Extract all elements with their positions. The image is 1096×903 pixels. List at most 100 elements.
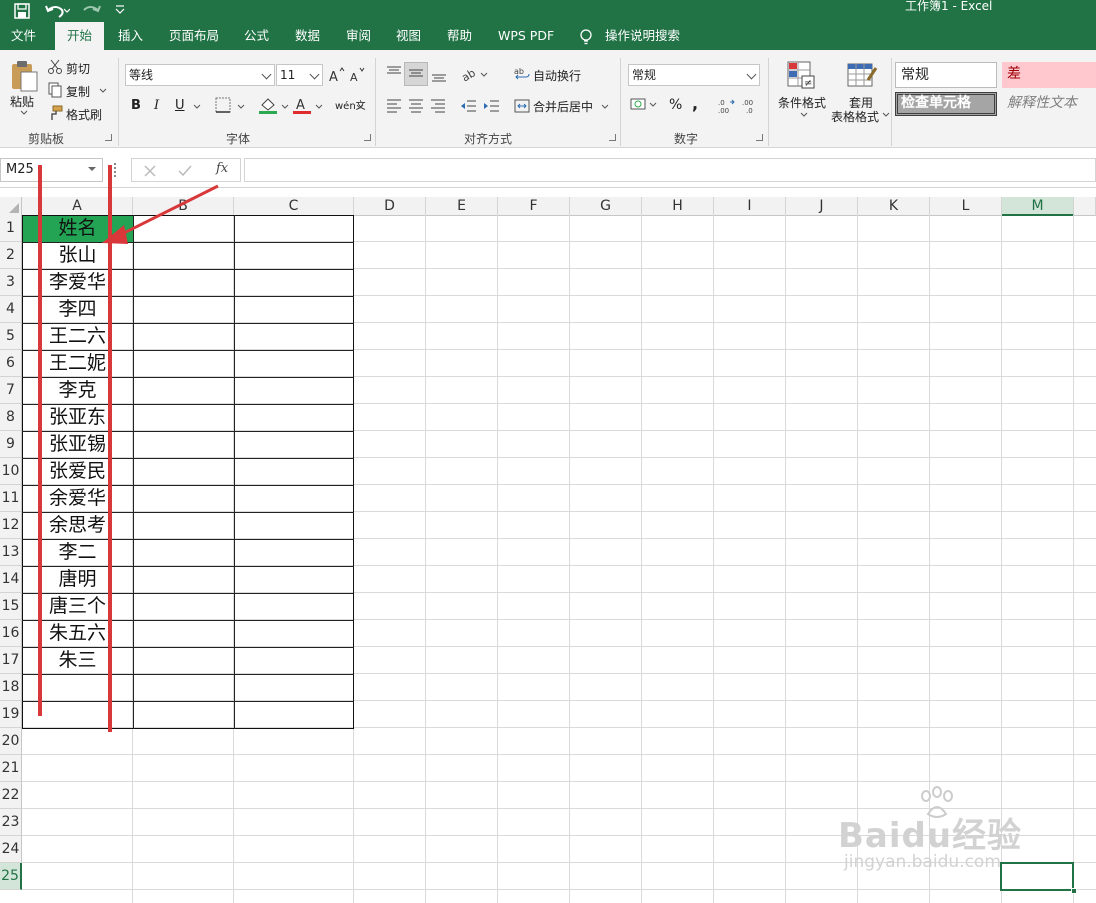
paste-label[interactable]: 粘贴 [10, 93, 34, 110]
tab-page-layout[interactable]: 页面布局 [169, 22, 219, 50]
enter-icon[interactable] [178, 165, 192, 177]
cell-A9[interactable]: 张亚锡 [22, 431, 133, 458]
row-header-20[interactable]: 20 [0, 728, 22, 755]
font-color-icon[interactable]: A [292, 95, 312, 115]
cell-A4[interactable]: 李四 [22, 296, 133, 323]
format-table-dropdown-icon[interactable] [882, 112, 890, 118]
borders-dropdown-icon[interactable] [237, 104, 245, 110]
style-explanatory[interactable]: 解释性文本 [1002, 92, 1096, 116]
save-icon[interactable] [12, 2, 32, 20]
column-header-h[interactable]: H [642, 197, 714, 216]
row-header-19[interactable]: 19 [0, 701, 22, 728]
cell-A13[interactable]: 李二 [22, 539, 133, 566]
font-dialog-launcher[interactable] [364, 134, 371, 141]
row-header-23[interactable]: 23 [0, 809, 22, 836]
redo-icon[interactable] [80, 2, 106, 20]
tab-insert[interactable]: 插入 [118, 22, 143, 50]
copy-icon[interactable] [47, 82, 63, 98]
decrease-decimal-icon[interactable]: .00.0 [740, 97, 760, 115]
merge-center-icon[interactable] [514, 98, 530, 114]
tab-view[interactable]: 视图 [396, 22, 421, 50]
borders-icon[interactable] [215, 97, 231, 113]
fill-color-dropdown-icon[interactable] [281, 104, 289, 110]
align-right-icon[interactable] [429, 97, 447, 115]
format-as-table-button[interactable]: 表格格式 [831, 108, 879, 125]
cancel-icon[interactable] [144, 165, 156, 177]
font-size-box[interactable]: 11 [276, 64, 323, 86]
row-header-21[interactable]: 21 [0, 755, 22, 782]
underline-button[interactable]: U [175, 98, 185, 113]
number-dialog-launcher[interactable] [756, 134, 763, 141]
wrap-text-icon[interactable]: ab [514, 66, 530, 82]
selected-cell-M25[interactable] [1000, 862, 1074, 891]
style-bad[interactable]: 差 [1002, 62, 1096, 88]
align-middle-button[interactable] [404, 62, 428, 86]
cell-A15[interactable]: 唐三个 [22, 593, 133, 620]
row-header-3[interactable]: 3 [0, 269, 22, 296]
tab-home[interactable]: 开始 [55, 22, 105, 50]
align-top-icon[interactable] [385, 64, 403, 82]
row-header-11[interactable]: 11 [0, 485, 22, 512]
paste-icon[interactable] [8, 58, 40, 92]
number-format-box[interactable]: 常规 [628, 64, 760, 86]
copy-dropdown-icon[interactable] [99, 88, 107, 94]
row-header-9[interactable]: 9 [0, 431, 22, 458]
tell-me-search[interactable]: 操作说明搜索 [605, 22, 680, 50]
cell-A7[interactable]: 李克 [22, 377, 133, 404]
italic-button[interactable]: I [154, 98, 159, 113]
font-color-dropdown-icon[interactable] [315, 104, 323, 110]
column-header-f[interactable]: F [498, 197, 570, 216]
cell-A11[interactable]: 余爱华 [22, 485, 133, 512]
alignment-dialog-launcher[interactable] [609, 134, 616, 141]
row-header-4[interactable]: 4 [0, 296, 22, 323]
phonetic-dropdown-icon[interactable] [356, 104, 364, 110]
tab-formulas[interactable]: 公式 [244, 22, 269, 50]
column-header-m[interactable]: M [1002, 197, 1074, 216]
conditional-formatting-button[interactable]: 条件格式 [778, 94, 826, 111]
row-header-6[interactable]: 6 [0, 350, 22, 377]
bold-button[interactable]: B [131, 98, 141, 113]
tab-file[interactable]: 文件 [11, 22, 36, 50]
cell-A14[interactable]: 唐明 [22, 566, 133, 593]
row-header-8[interactable]: 8 [0, 404, 22, 431]
increase-decimal-icon[interactable]: .0.00 [716, 97, 736, 115]
increase-font-icon[interactable]: A [328, 66, 346, 84]
column-header-e[interactable]: E [426, 197, 498, 216]
row-header-14[interactable]: 14 [0, 566, 22, 593]
cell-A10[interactable]: 张爱民 [22, 458, 133, 485]
name-box[interactable]: M25 [0, 158, 103, 182]
format-painter-label[interactable]: 格式刷 [66, 106, 102, 123]
column-header-i[interactable]: I [714, 197, 786, 216]
copy-label[interactable]: 复制 [66, 83, 90, 100]
row-header-15[interactable]: 15 [0, 593, 22, 620]
row-header-16[interactable]: 16 [0, 620, 22, 647]
cut-label[interactable]: 剪切 [66, 60, 90, 77]
row-header-1[interactable]: 1 [0, 215, 22, 242]
customize-toolbar-icon[interactable] [114, 3, 126, 17]
tab-data[interactable]: 数据 [295, 22, 320, 50]
row-header-2[interactable]: 2 [0, 242, 22, 269]
column-header-d[interactable]: D [354, 197, 426, 216]
tab-wps-pdf[interactable]: WPS PDF [498, 22, 554, 50]
column-header-g[interactable]: G [570, 197, 642, 216]
column-header-k[interactable]: K [858, 197, 930, 216]
name-box-splitter[interactable] [114, 163, 117, 177]
select-all-button[interactable] [0, 197, 22, 216]
cell-A17[interactable]: 朱三 [22, 647, 133, 674]
row-header-7[interactable]: 7 [0, 377, 22, 404]
cell-A1-header[interactable]: 姓名 [22, 215, 133, 242]
row-header-13[interactable]: 13 [0, 539, 22, 566]
accounting-format-icon[interactable] [630, 96, 658, 114]
tab-help[interactable]: 帮助 [447, 22, 472, 50]
cell-A8[interactable]: 张亚东 [22, 404, 133, 431]
row-header-25[interactable]: 25 [0, 863, 22, 890]
format-painter-icon[interactable] [47, 105, 63, 121]
column-header-b[interactable]: B [133, 197, 234, 216]
comma-style-button[interactable]: , [692, 94, 698, 113]
align-bottom-icon[interactable] [430, 66, 448, 84]
row-header-5[interactable]: 5 [0, 323, 22, 350]
undo-icon[interactable] [44, 2, 70, 20]
column-header-l[interactable]: L [930, 197, 1002, 216]
fill-color-icon[interactable] [258, 95, 278, 115]
style-normal[interactable]: 常规 [895, 62, 997, 88]
